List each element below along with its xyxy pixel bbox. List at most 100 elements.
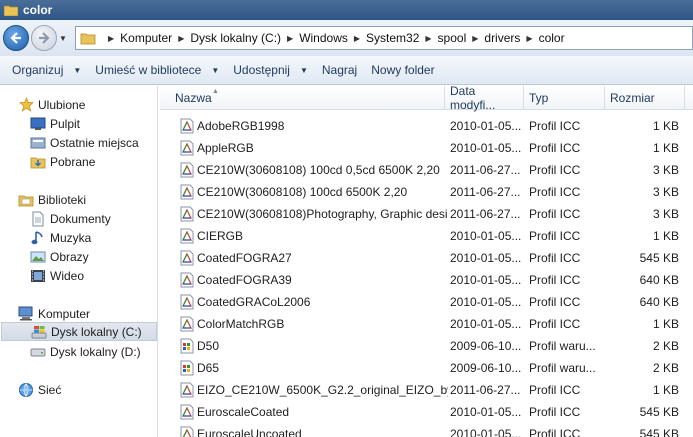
column-header-size[interactable]: Rozmiar [605,86,685,110]
file-type: Profil ICC [529,295,581,309]
file-type: Profil ICC [529,141,581,155]
computer-icon [18,306,34,322]
file-name: CE210W(30608108) 100cd 6500K 2,20 [197,185,408,199]
breadcrumb-item[interactable]: Dysk lokalny (C:) ▶ [190,31,299,45]
address-row: ▼ ▶ Komputer ▶ Dysk lokalny (C:) ▶ Windows… [0,20,693,56]
file-date: 2010-01-05... [450,251,522,265]
file-name: CE210W(30608108)Photography, Graphic des… [197,207,448,221]
file-date: 2011-06-27... [450,207,521,221]
desktop-icon [30,116,46,132]
file-size: 1 KB [652,141,679,155]
breadcrumb-arrow[interactable]: ▶ [102,34,120,43]
file-row[interactable]: EuroscaleCoated 2010-01-05... Profil ICC 54… [160,401,693,423]
libraries-icon [18,192,34,208]
file-name: ColorMatchRGB [197,317,285,331]
file-name: CoatedFOGRA27 [197,251,292,265]
file-type: Profil ICC [529,383,581,397]
breadcrumb-item[interactable]: spool ▶ [438,31,485,45]
file-row[interactable]: D50 2009-06-10... Profil waru... 2 KB [160,335,693,357]
file-size: 640 KB [639,295,679,309]
back-button[interactable] [3,25,29,51]
sort-ascending-icon: ▲ [212,88,219,95]
folder-icon [80,33,96,45]
nav-libraries[interactable]: Biblioteki [18,190,174,209]
file-row[interactable]: CoatedFOGRA39 2010-01-05... Profil ICC 640 … [160,269,693,291]
file-list: AdobeRGB1998 2010-01-05... Profil ICC 1 KB A… [160,115,693,437]
network-icon [18,382,34,398]
file-type: Profil ICC [529,185,581,199]
nav-network[interactable]: Sieć [18,380,174,399]
file-row[interactable]: EIZO_CE210W_6500K_G2.2_original_EIZO_by.… [160,379,693,401]
file-date: 2010-01-05... [450,141,522,155]
hard-drive-icon [30,344,46,360]
chevron-down-icon: ▼ [299,65,308,75]
file-row[interactable]: CE210W(30608108)Photography, Graphic des… [160,203,693,225]
file-date: 2009-06-10... [450,339,522,353]
picture-icon [30,249,46,265]
file-name: AppleRGB [197,141,254,155]
column-header-date[interactable]: Data modyfi... [445,84,524,112]
file-size: 3 KB [652,163,679,177]
burn-button[interactable]: Nagraj [322,63,357,77]
breadcrumb-item[interactable]: Komputer ▶ [120,31,190,45]
file-name: CoatedGRACoL2006 [197,295,311,309]
chevron-down-icon: ▼ [73,65,82,75]
file-row[interactable]: CoatedGRACoL2006 2010-01-05... Profil ICC 6… [160,291,693,313]
file-size: 3 KB [652,185,679,199]
nav-favorites[interactable]: Ulubione [18,95,174,114]
file-name: EuroscaleCoated [197,405,290,419]
chevron-down-icon: ▼ [211,65,220,75]
file-name: EuroscaleUncoated [197,427,302,437]
file-date: 2010-01-05... [450,273,522,287]
file-name: D65 [197,361,220,375]
nav-drive-c[interactable]: Dysk lokalny (C:) [1,322,157,341]
file-name: CIERGB [197,229,244,243]
file-row[interactable]: CoatedFOGRA27 2010-01-05... Profil ICC 545 … [160,247,693,269]
file-date: 2010-01-05... [450,317,522,331]
file-date: 2010-01-05... [450,229,522,243]
forward-button[interactable] [31,25,57,51]
column-header-type[interactable]: Typ [524,86,605,110]
organize-button[interactable]: Organizuj ▼ [12,63,81,77]
file-type: Profil waru... [529,361,596,375]
share-button[interactable]: Udostępnij ▼ [233,63,308,77]
file-row[interactable]: AdobeRGB1998 2010-01-05... Profil ICC 1 KB [160,115,693,137]
window-title: color [23,3,53,17]
breadcrumb-item[interactable]: Windows ▶ [299,31,366,45]
breadcrumb-item[interactable]: System32 ▶ [366,31,438,45]
recent-pages-button[interactable]: ▼ [59,34,69,43]
address-bar[interactable]: ▶ Komputer ▶ Dysk lokalny (C:) ▶ Windows ▶ … [75,26,693,50]
file-size: 3 KB [652,207,679,221]
breadcrumb-item[interactable]: color [539,31,565,45]
music-note-icon [30,230,46,246]
file-row[interactable]: ColorMatchRGB 2010-01-05... Profil ICC 1 KB [160,313,693,335]
include-in-library-button[interactable]: Umieść w bibliotece ▼ [95,63,219,77]
file-row[interactable]: CIERGB 2010-01-05... Profil ICC 1 KB [160,225,693,247]
command-bar: Organizuj ▼ Umieść w bibliotece ▼ Udostępn… [0,56,693,85]
file-date: 2011-06-27... [450,185,521,199]
file-row[interactable]: EuroscaleUncoated 2010-01-05... Profil ICC… [160,423,693,437]
new-folder-button[interactable]: Nowy folder [371,63,434,77]
file-name: EIZO_CE210W_6500K_G2.2_original_EIZO_by.… [197,383,448,397]
file-date: 2010-01-05... [450,119,522,133]
windows-drive-icon [31,324,47,340]
file-row[interactable]: CE210W(30608108) 100cd 0,5cd 6500K 2,20 2… [160,159,693,181]
file-size: 2 KB [652,361,679,375]
file-type: Profil ICC [529,119,581,133]
downloads-folder-icon [30,154,46,170]
file-type: Profil ICC [529,229,581,243]
file-type: Profil waru... [529,339,596,353]
breadcrumb-item[interactable]: drivers ▶ [484,31,538,45]
file-type: Profil ICC [529,405,581,419]
title-bar: color [0,0,693,20]
file-size: 545 KB [639,251,679,265]
file-size: 1 KB [652,229,679,243]
document-icon [30,211,46,227]
nav-computer[interactable]: Komputer [18,304,174,323]
file-row[interactable]: CE210W(30608108) 100cd 6500K 2,20 2011-06… [160,181,693,203]
file-date: 2010-01-05... [450,295,522,309]
file-row[interactable]: D65 2009-06-10... Profil waru... 2 KB [160,357,693,379]
column-header-name[interactable]: Nazwa ▲ [160,86,445,110]
star-icon [18,97,34,113]
file-row[interactable]: AppleRGB 2010-01-05... Profil ICC 1 KB [160,137,693,159]
